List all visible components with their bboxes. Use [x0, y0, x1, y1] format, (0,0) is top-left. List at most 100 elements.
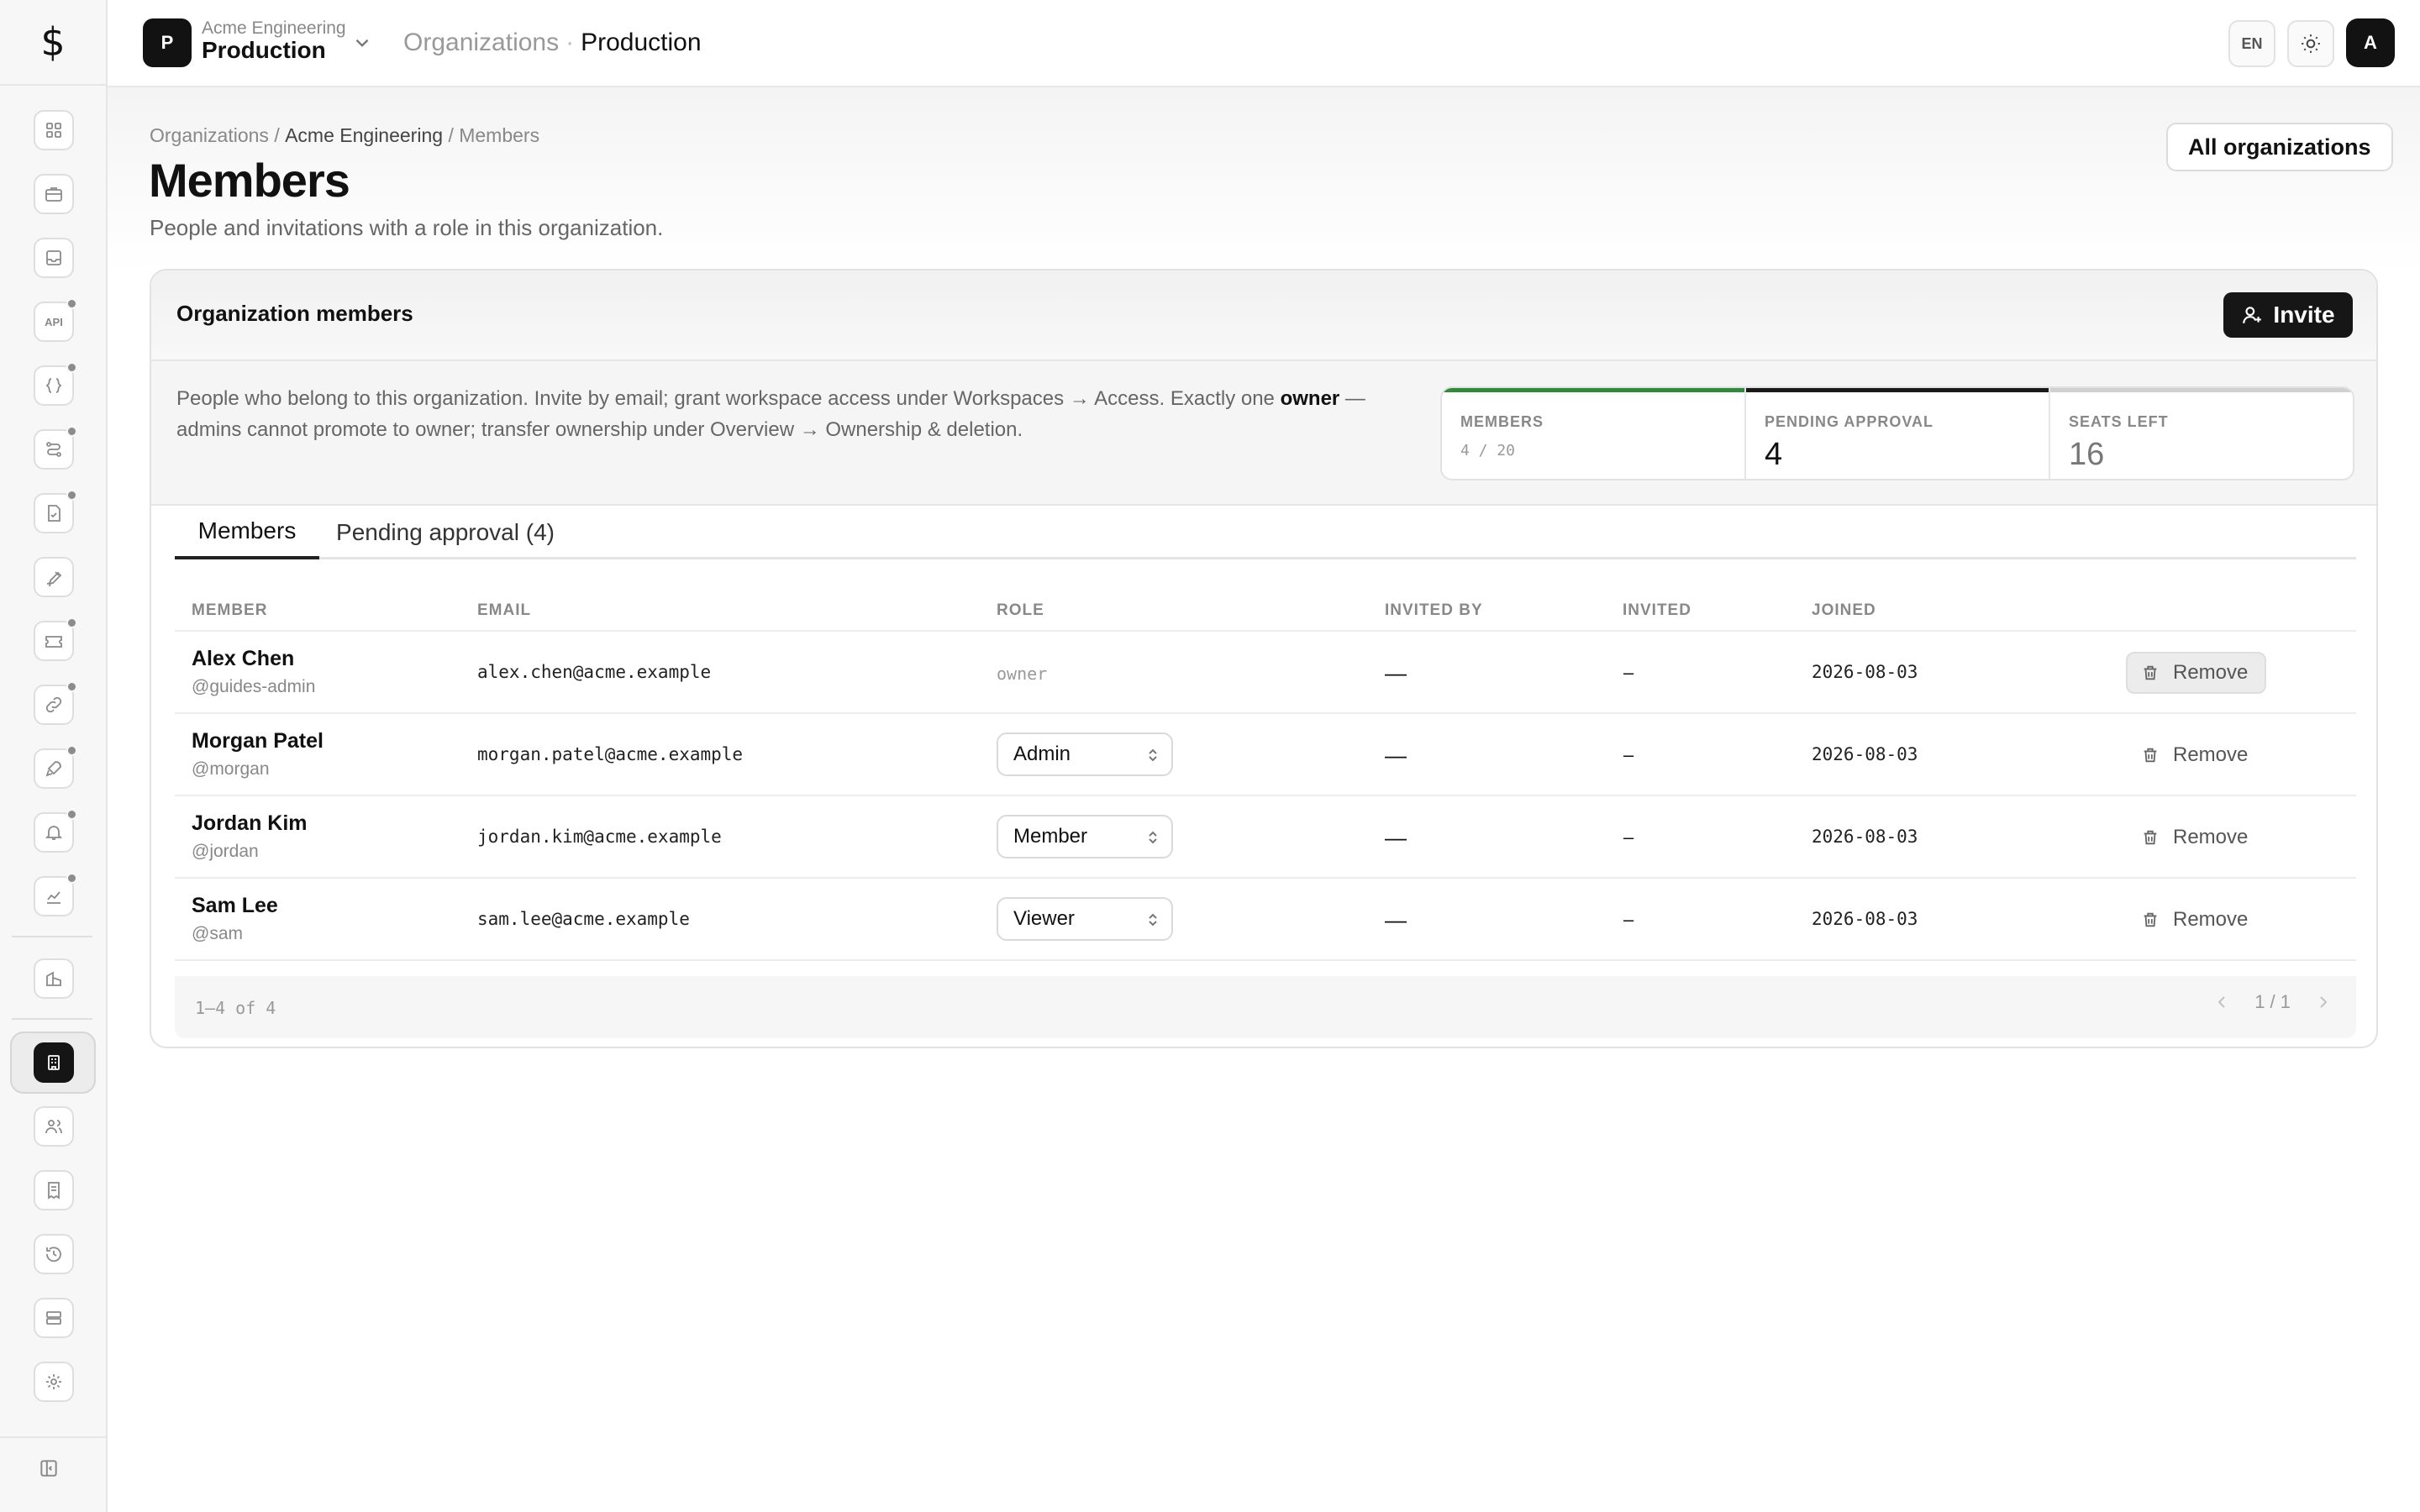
pagination: 1 / 1: [2214, 991, 2331, 1013]
briefcase-icon[interactable]: [34, 174, 74, 214]
invite-button[interactable]: Invite: [2223, 292, 2353, 338]
breadcrumb-org[interactable]: Acme Engineering: [285, 124, 443, 146]
server-icon[interactable]: [34, 1298, 74, 1338]
api-icon[interactable]: API: [34, 298, 77, 342]
breadcrumb: Organizations / Acme Engineering / Membe…: [150, 124, 539, 147]
theme-toggle-button[interactable]: [2287, 20, 2334, 67]
tab-pending-approval[interactable]: Pending approval (4): [319, 506, 571, 559]
remove-button[interactable]: Remove: [2126, 652, 2267, 694]
role-select[interactable]: Admin: [997, 732, 1173, 776]
role-select[interactable]: Member: [997, 815, 1173, 858]
breadcrumb-root[interactable]: Organizations: [150, 124, 269, 146]
ticket-icon[interactable]: [34, 617, 77, 661]
chevron-down-icon[interactable]: [351, 32, 373, 54]
table-row: Morgan Patel @morgan morgan.patel@acme.e…: [175, 714, 2356, 796]
top-breadcrumb-root[interactable]: Organizations: [403, 29, 559, 56]
member-email: jordan.kim@acme.example: [477, 827, 722, 847]
document-check-icon[interactable]: [34, 490, 77, 533]
all-organizations-button[interactable]: All organizations: [2166, 123, 2393, 171]
member-handle: @guides-admin: [192, 677, 316, 696]
api-icon-text: API: [45, 315, 63, 328]
member-invited-by: —: [1385, 743, 1407, 768]
member-email: morgan.patel@acme.example: [477, 744, 744, 764]
column-header-invited[interactable]: INVITED: [1623, 601, 1691, 620]
organization-icon[interactable]: [34, 1042, 74, 1083]
tabs: Members Pending approval (4): [175, 506, 2356, 559]
stat-label: SEATS LEFT: [2069, 413, 2169, 430]
notification-dot: [66, 426, 77, 437]
column-header-invited-by[interactable]: INVITED BY: [1385, 601, 1483, 620]
table-row: Sam Lee @sam sam.lee@acme.example Viewer…: [175, 879, 2356, 961]
info-text: People who belong to this organization. …: [176, 383, 1395, 445]
member-joined: 2026-08-03: [1812, 744, 1918, 764]
notification-dot: [66, 873, 77, 884]
stat-value: 16: [2069, 437, 2105, 472]
member-invited: –: [1623, 744, 1634, 765]
trash-icon: [2144, 748, 2157, 763]
sidebar-bottom-divider: [0, 1436, 106, 1438]
brush-icon[interactable]: [34, 557, 74, 597]
sidebar-collapse-icon[interactable]: [34, 1453, 64, 1483]
notification-dot: [66, 362, 77, 373]
inbox-icon[interactable]: [34, 238, 74, 278]
table-row: Jordan Kim @jordan jordan.kim@acme.examp…: [175, 796, 2356, 879]
sun-icon: [2302, 34, 2320, 53]
stat-pending-approval: PENDING APPROVAL 4: [1746, 388, 2050, 479]
users-icon[interactable]: [34, 1106, 74, 1147]
member-joined: 2026-08-03: [1812, 909, 1918, 929]
bell-icon[interactable]: [34, 809, 77, 853]
notification-dot: [66, 681, 77, 692]
buildings-icon[interactable]: [34, 958, 74, 999]
workspace-name[interactable]: Production: [202, 37, 326, 64]
member-invited: –: [1623, 662, 1634, 683]
info-text-owner: owner: [1280, 387, 1340, 410]
user-avatar[interactable]: A: [2346, 18, 2395, 67]
workflow-icon[interactable]: [34, 426, 77, 470]
sidebar: $ API: [0, 0, 108, 1512]
breadcrumb-sep: /: [274, 124, 280, 146]
dashboard-icon[interactable]: [34, 110, 74, 150]
column-header-member[interactable]: MEMBER: [192, 601, 267, 620]
remove-button[interactable]: Remove: [2128, 816, 2265, 858]
member-name: Jordan Kim: [192, 811, 308, 835]
chevron-right-icon[interactable]: [2316, 993, 2331, 1011]
stat-members: MEMBERS 4 / 20: [1442, 388, 1746, 479]
workspace-org-name[interactable]: Acme Engineering: [202, 18, 346, 39]
trash-icon: [2144, 912, 2157, 927]
gear-icon[interactable]: [34, 1362, 74, 1402]
language-button[interactable]: EN: [2228, 20, 2275, 67]
role-select-value: Admin: [1013, 743, 1071, 765]
members-card: Organization members Invite People who b…: [150, 269, 2378, 1048]
chart-icon[interactable]: [34, 873, 77, 916]
chevron-up-down-icon: [1149, 913, 1157, 927]
user-plus-icon: [2243, 307, 2262, 323]
member-email: alex.chen@acme.example: [477, 662, 712, 682]
column-header-email[interactable]: EMAIL: [477, 601, 531, 620]
stat-label: MEMBERS: [1460, 413, 1544, 430]
remove-button[interactable]: Remove: [2128, 734, 2265, 776]
table-header: MEMBER EMAIL ROLE INVITED BY INVITED JOI…: [175, 576, 2356, 632]
stat-seats-left: SEATS LEFT 16: [2050, 388, 2353, 479]
chevron-left-icon[interactable]: [2214, 993, 2229, 1011]
column-header-joined[interactable]: JOINED: [1812, 601, 1876, 620]
column-header-role[interactable]: ROLE: [997, 601, 1044, 620]
pagination-range: 1–4 of 4: [195, 998, 276, 1018]
role-select[interactable]: Viewer: [997, 897, 1173, 941]
stat-bar: [1442, 388, 1744, 392]
trash-icon: [2144, 830, 2157, 845]
braces-icon[interactable]: [34, 362, 77, 406]
tab-members[interactable]: Members: [175, 506, 319, 559]
link-icon[interactable]: [34, 681, 77, 725]
member-name: Morgan Patel: [192, 729, 324, 753]
top-breadcrumb-sep: ·: [566, 29, 575, 56]
receipt-icon[interactable]: [34, 1170, 74, 1210]
workspace-avatar[interactable]: P: [143, 18, 192, 67]
remove-button[interactable]: Remove: [2128, 899, 2265, 941]
top-breadcrumb-current: Production: [581, 29, 702, 56]
member-invited-by: —: [1385, 825, 1407, 850]
rocket-icon[interactable]: [34, 745, 77, 789]
info-band: People who belong to this organization. …: [151, 361, 2376, 506]
member-invited: –: [1623, 909, 1634, 930]
app-logo[interactable]: $: [0, 0, 106, 86]
history-icon[interactable]: [34, 1234, 74, 1274]
